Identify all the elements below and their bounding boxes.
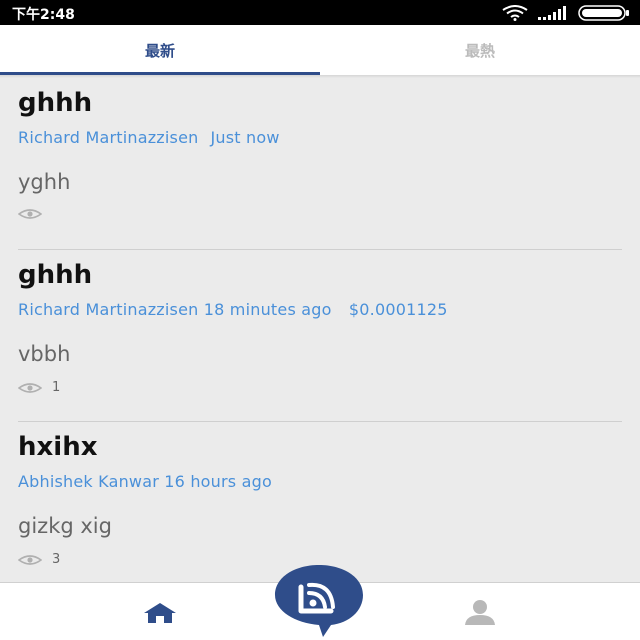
status-time: 下午2:48 (12, 7, 75, 23)
status-icons (502, 3, 630, 23)
eye-icon (18, 382, 42, 393)
post-time: 16 hours ago (164, 472, 272, 491)
battery-icon (578, 5, 629, 21)
post-views (18, 208, 52, 220)
post-title: ghhh (18, 260, 93, 290)
post-feed: ghhh Richard Martinazzisen Just now yghh … (0, 78, 640, 594)
post-body: gizkg xig (18, 514, 112, 538)
tab-bar: 最新 最熱 (0, 25, 640, 75)
tab-latest[interactable]: 最新 (0, 25, 320, 75)
post-author[interactable]: Richard Martinazzisen (18, 300, 198, 319)
wifi-icon (502, 5, 528, 21)
post-view-count: 1 (52, 380, 61, 395)
profile-icon[interactable] (462, 599, 498, 625)
post-meta: Abhishek Kanwar 16 hours ago (18, 472, 272, 491)
post-title: hxihx (18, 432, 98, 462)
post-item[interactable]: ghhh Richard Martinazzisen 18 minutes ag… (18, 250, 622, 422)
post-view-count: 3 (52, 552, 61, 567)
post-time: Just now (210, 128, 280, 147)
compose-feed-icon[interactable] (273, 563, 365, 639)
post-time: 18 minutes ago (203, 300, 332, 319)
post-views: 1 (18, 380, 60, 395)
signal-icon (538, 6, 566, 20)
post-title: ghhh (18, 88, 93, 118)
tab-latest-label: 最新 (144, 41, 175, 60)
tab-popular-label: 最熱 (464, 41, 495, 60)
eye-icon (18, 554, 42, 565)
post-body: vbbh (18, 342, 71, 366)
post-author[interactable]: Abhishek Kanwar (18, 472, 159, 491)
post-body: yghh (18, 170, 71, 194)
post-meta: Richard Martinazzisen 18 minutes ago $0.… (18, 300, 448, 319)
post-meta: Richard Martinazzisen Just now (18, 128, 280, 147)
eye-icon (18, 209, 42, 219)
post-views: 3 (18, 552, 60, 567)
post-item[interactable]: ghhh Richard Martinazzisen Just now yghh (18, 78, 622, 250)
post-author[interactable]: Richard Martinazzisen (18, 128, 198, 147)
status-bar: 下午2:48 (0, 0, 640, 25)
tab-popular[interactable]: 最熱 (320, 25, 640, 75)
home-icon[interactable] (143, 601, 177, 625)
post-amount: $0.0001125 (348, 300, 448, 319)
